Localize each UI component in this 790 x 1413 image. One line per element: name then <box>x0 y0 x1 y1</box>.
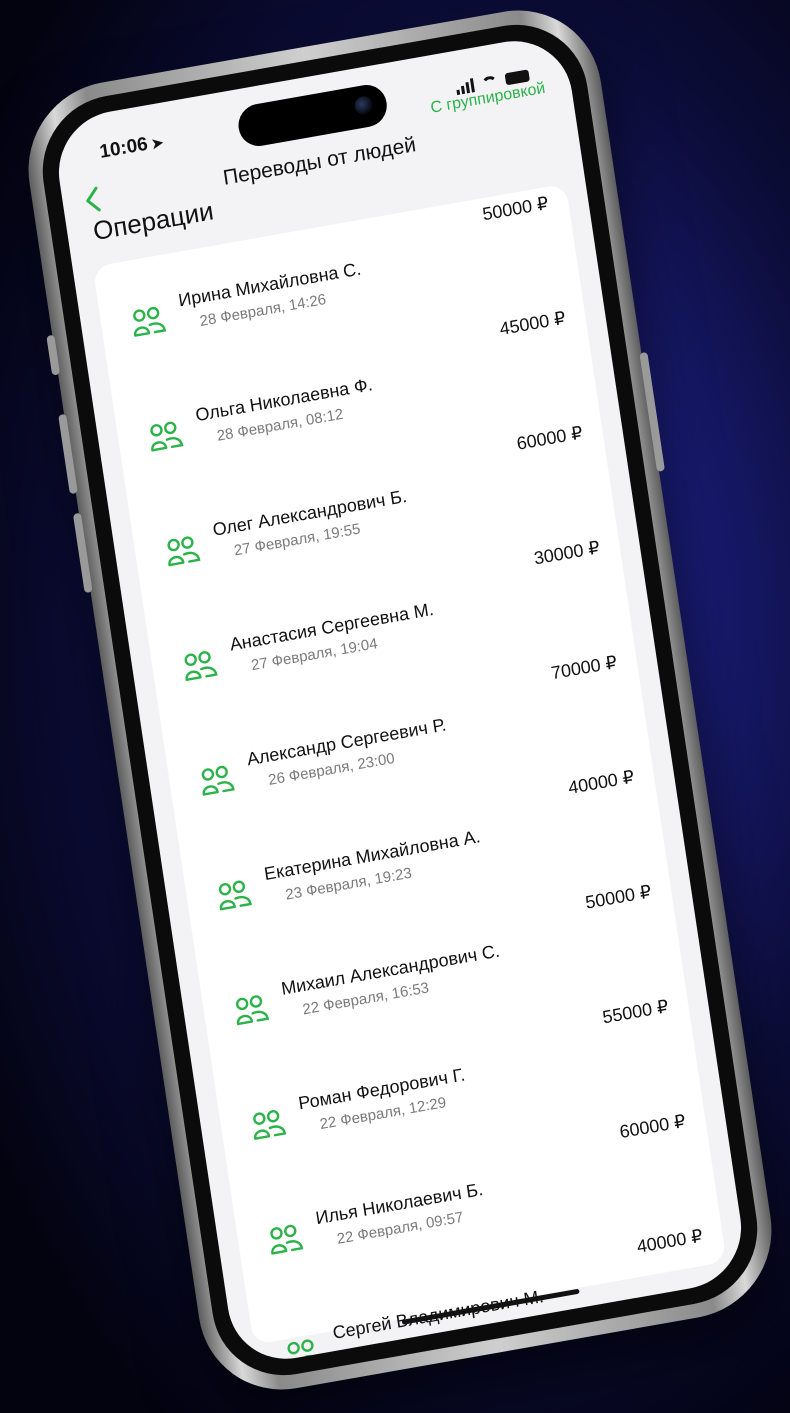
operation-amount: 50000 ₽ <box>584 881 653 913</box>
operation-amount: 60000 ₽ <box>515 422 584 454</box>
people-icon <box>146 418 184 454</box>
people-icon <box>266 1221 304 1257</box>
status-time: 10:06➤ <box>98 131 165 164</box>
people-icon <box>181 647 219 683</box>
operation-amount: 30000 ₽ <box>532 537 602 569</box>
people-icon <box>215 877 253 913</box>
people-icon <box>129 303 167 339</box>
operation-amount: 50000 ₽ <box>481 192 550 225</box>
operation-amount: 45000 ₽ <box>498 307 567 340</box>
people-icon <box>198 762 236 798</box>
people-icon <box>164 533 202 569</box>
operation-amount: 70000 ₽ <box>549 651 619 684</box>
operation-amount: 60000 ₽ <box>618 1110 687 1143</box>
people-icon <box>249 1106 287 1142</box>
phone-screen: 10:06➤ Переводы от людей С группировкой … <box>50 31 750 1369</box>
operation-amount: 40000 ₽ <box>566 766 636 798</box>
status-time-text: 10:06 <box>98 133 150 163</box>
phone-device: 10:06➤ Переводы от людей С группировкой … <box>16 0 784 1404</box>
people-icon <box>232 992 270 1028</box>
operation-amount: 55000 ₽ <box>601 996 670 1028</box>
operation-amount: 40000 ₽ <box>635 1225 704 1257</box>
location-arrow-icon: ➤ <box>150 133 165 152</box>
